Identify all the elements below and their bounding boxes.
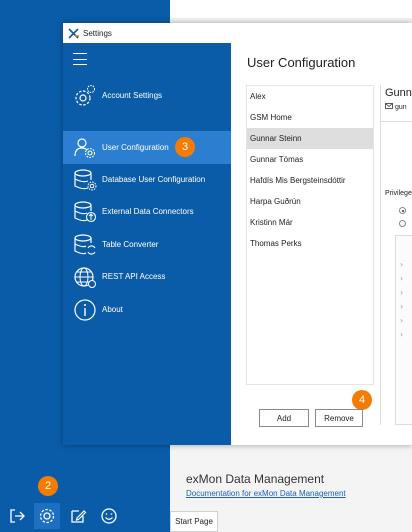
user-email-text: gun (395, 103, 407, 111)
step-badge-3: 3 (175, 137, 195, 157)
dialog-titlebar: Settings (63, 23, 412, 43)
privilege-radio-1[interactable] (399, 207, 406, 214)
nav-item-table-converter[interactable]: Table Converter (63, 228, 231, 261)
nav-label: Table Converter (102, 240, 159, 249)
settings-sidebar: Account Settings User Configuration Data… (63, 43, 231, 445)
selected-user-name: Gunn (385, 87, 412, 99)
dialog-title: Settings (83, 28, 112, 38)
edit-icon[interactable] (65, 503, 91, 529)
nav-label: User Configuration (102, 143, 169, 152)
nav-label: REST API Access (102, 272, 166, 281)
list-item[interactable]: Harpa Guðrún (247, 191, 373, 212)
app-main-header (170, 0, 412, 18)
smiley-icon[interactable] (96, 503, 122, 529)
globe-icon (73, 265, 97, 289)
list-item[interactable]: Kristinn Már (247, 212, 373, 233)
chevron-right-icon[interactable]: › (400, 302, 403, 311)
section-title: exMon Data Management (186, 472, 325, 486)
nav-item-external-data-connectors[interactable]: External Data Connectors (63, 195, 231, 228)
app-logo-icon (68, 24, 79, 43)
gear-icon[interactable] (34, 503, 60, 529)
database-user-icon (73, 168, 97, 192)
list-item[interactable]: Gunnar Steinn (247, 128, 373, 149)
chevron-right-icon[interactable]: › (400, 330, 403, 339)
list-item[interactable]: Hafdís Mis Bergsteinsdóttir (247, 170, 373, 191)
privileges-label: Privilege (385, 190, 412, 197)
nav-label: Account Settings (102, 91, 163, 100)
account-settings-icon (73, 84, 97, 108)
privileges-table: › › › › › › (395, 235, 412, 425)
nav-item-database-user-configuration[interactable]: Database User Configuration (63, 163, 231, 196)
table-converter-icon (73, 233, 97, 257)
divider (381, 121, 412, 122)
nav-label: Database User Configuration (102, 175, 206, 184)
user-detail-panel: Gunn gun Privilege › › › › › › (380, 85, 412, 425)
list-item[interactable]: GSM Home (247, 107, 373, 128)
chevron-right-icon[interactable]: › (400, 260, 403, 269)
mail-icon (385, 103, 393, 111)
list-item[interactable]: Alex (247, 86, 373, 107)
step-badge-4: 4 (352, 390, 372, 410)
user-email: gun (385, 103, 407, 111)
tab-start-page[interactable]: Start Page (170, 511, 218, 532)
page-title: User Configuration (247, 55, 356, 70)
step-badge-2: 2 (38, 476, 58, 496)
nav-label: About (102, 305, 123, 314)
chevron-right-icon[interactable]: › (400, 316, 403, 325)
hamburger-menu-icon[interactable] (73, 53, 87, 65)
privilege-radio-2[interactable] (399, 220, 406, 227)
nav-item-rest-api-access[interactable]: REST API Access (63, 260, 231, 293)
list-item[interactable]: Gunnar Tómas (247, 149, 373, 170)
nav-item-account-settings[interactable]: Account Settings (63, 79, 231, 112)
exit-icon[interactable] (4, 503, 30, 529)
user-configuration-icon (73, 136, 97, 160)
documentation-link[interactable]: Documentation for exMon Data Management (186, 489, 346, 498)
nav-item-user-configuration[interactable]: User Configuration (63, 131, 231, 164)
remove-button[interactable]: Remove (315, 409, 363, 427)
add-button[interactable]: Add (259, 409, 309, 427)
chevron-right-icon[interactable]: › (400, 288, 403, 297)
user-configuration-panel: User Configuration Alex GSM Home Gunnar … (231, 43, 412, 445)
user-list[interactable]: Alex GSM Home Gunnar Steinn Gunnar Tómas… (246, 85, 374, 385)
list-item[interactable]: Thomas Perks (247, 233, 373, 254)
chevron-right-icon[interactable]: › (400, 274, 403, 283)
info-icon (73, 298, 97, 322)
settings-dialog: Settings Account Settings User Configura… (63, 23, 412, 445)
nav-label: External Data Connectors (102, 207, 194, 216)
nav-item-about[interactable]: About (63, 293, 231, 326)
external-data-icon (73, 200, 97, 224)
